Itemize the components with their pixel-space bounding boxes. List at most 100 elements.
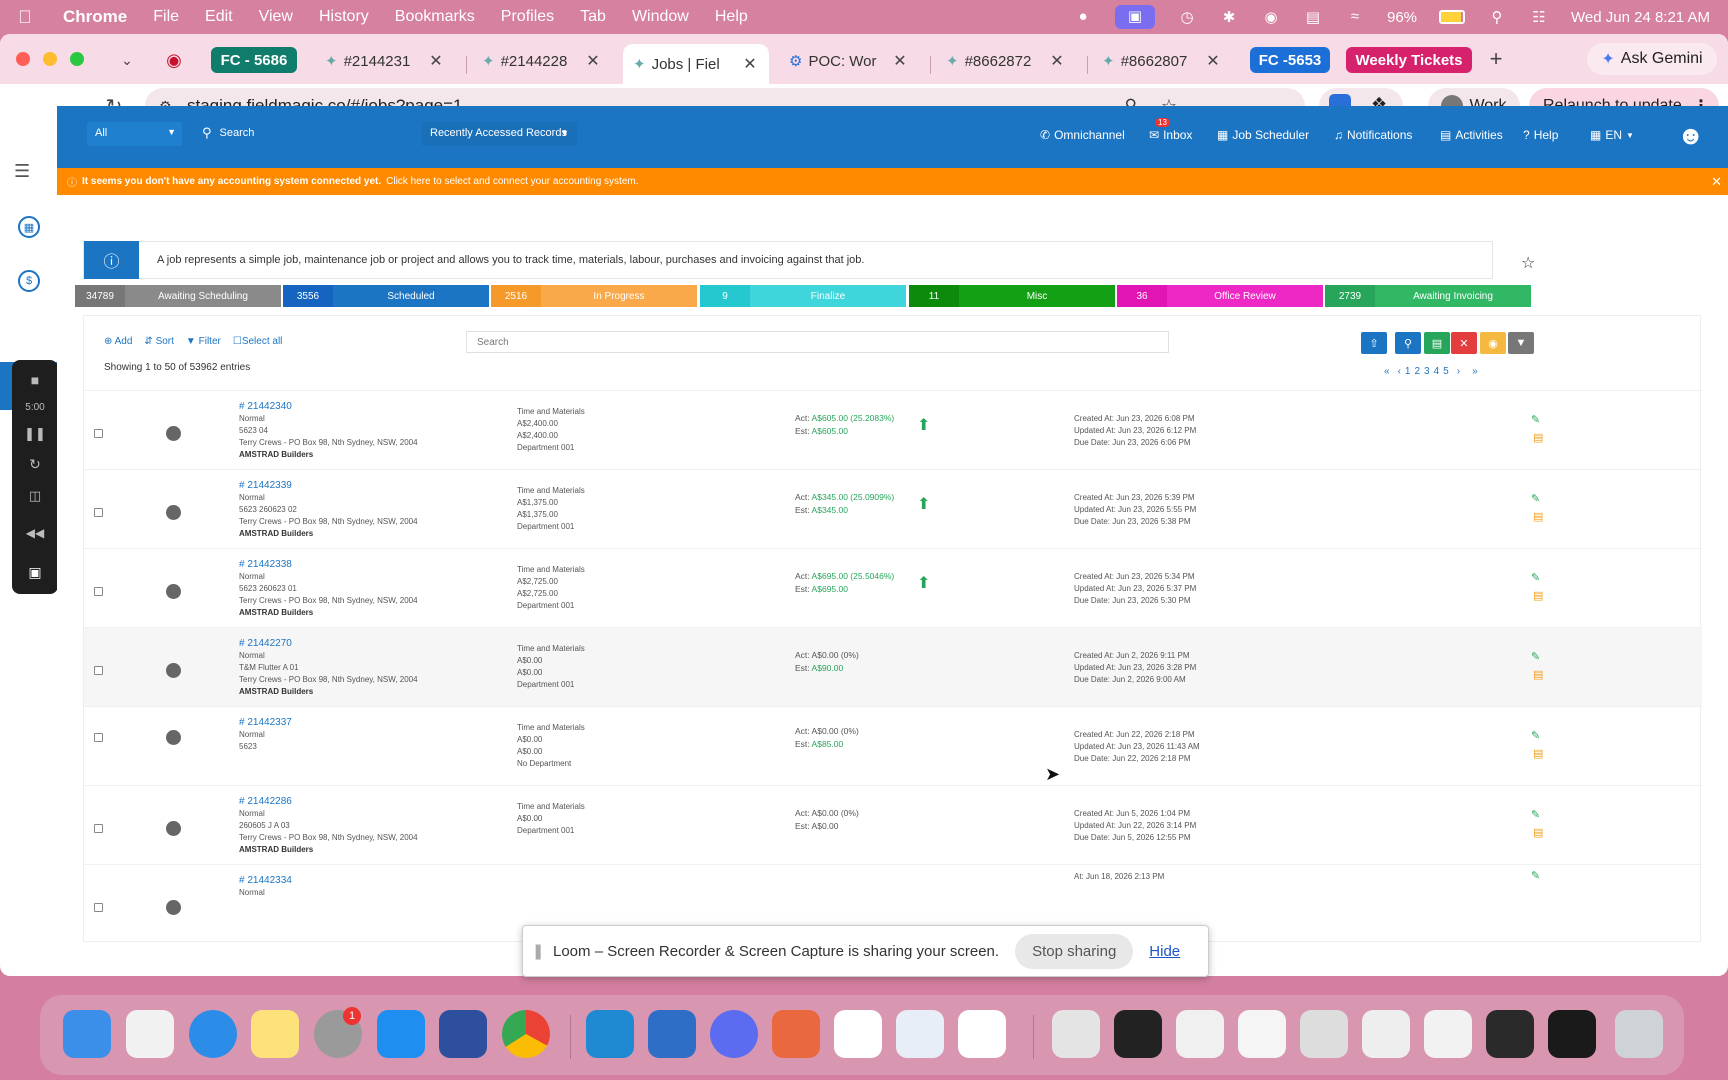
recent-window-7[interactable] (1424, 1010, 1472, 1058)
close-tab-icon[interactable]: ✕ (1204, 51, 1222, 71)
finder-icon[interactable] (63, 1010, 111, 1058)
hamburger-menu-icon[interactable]: ☰ (14, 161, 30, 182)
nav-omnichannel[interactable]: ✆ Omnichannel (1040, 128, 1125, 142)
app-store-icon[interactable] (377, 1010, 425, 1058)
table-search-input[interactable]: Search (466, 331, 1169, 353)
clear-button[interactable]: ✕ (1451, 332, 1477, 354)
recent-window-5[interactable] (1300, 1010, 1348, 1058)
edit-pencil-icon[interactable]: ✎ (1531, 729, 1540, 742)
next-page-icon[interactable]: › (1457, 366, 1460, 377)
job-id-link[interactable]: # 21442334 (239, 875, 292, 887)
close-tab-icon[interactable]: ✕ (891, 51, 909, 71)
drag-handle-icon[interactable]: ❚ (523, 942, 553, 960)
pause-icon[interactable]: ❚❚ (12, 426, 58, 442)
table-row[interactable]: # 21442339 Normal 5623 260623 02 Terry Crew… (84, 469, 1702, 548)
table-row[interactable]: # 21442337 Normal 5623 Time and Materials A$… (84, 706, 1702, 785)
hide-button[interactable]: Hide (1149, 943, 1180, 960)
menu-tab[interactable]: Tab (567, 8, 619, 26)
search-button[interactable]: ⚲ (1395, 332, 1421, 354)
new-tab-plus-icon[interactable]: + (1482, 45, 1510, 73)
delete-trash-icon[interactable]: ▤ (1533, 747, 1543, 760)
timer-icon[interactable]: ◷ (1177, 8, 1197, 26)
tab-poc[interactable]: ⚙ POC: Wor ✕ (779, 44, 919, 78)
delete-trash-icon[interactable]: ▤ (1533, 589, 1543, 602)
chrome-icon[interactable] (502, 1010, 550, 1058)
status-filter-1[interactable]: 3556 Scheduled (283, 285, 489, 307)
nav-inbox[interactable]: ✉ Inbox 13 (1149, 118, 1192, 142)
notes-icon[interactable] (251, 1010, 299, 1058)
job-id-link[interactable]: # 21442286 (239, 796, 418, 808)
edit-pencil-icon[interactable]: ✎ (1531, 869, 1540, 882)
spotlight-search-icon[interactable]: ⚲ (1487, 8, 1507, 26)
rewind-icon[interactable]: ◀◀ (12, 526, 58, 540)
page-4[interactable]: 4 (1434, 366, 1440, 377)
close-window-button[interactable] (16, 52, 30, 66)
filter-button[interactable]: ▼ Filter (186, 336, 221, 347)
row-checkbox[interactable] (94, 587, 103, 596)
tab-group-weekly-tickets[interactable]: Weekly Tickets (1346, 47, 1472, 73)
tag-button[interactable]: ◉ (1480, 332, 1506, 354)
restart-icon[interactable]: ↻ (12, 456, 58, 473)
search-scope-select[interactable]: All ▼ (87, 122, 182, 146)
close-tab-icon[interactable]: ✕ (427, 51, 445, 71)
page-5[interactable]: 5 (1443, 366, 1449, 377)
nav-job-scheduler[interactable]: ▦ Job Scheduler (1217, 128, 1309, 142)
favorite-star-icon[interactable]: ☆ (1521, 253, 1535, 273)
recent-window-4[interactable] (1238, 1010, 1286, 1058)
recent-window-1[interactable] (1052, 1010, 1100, 1058)
tab-group-fc-5653[interactable]: FC -5653 (1250, 47, 1330, 73)
menu-history[interactable]: History (306, 8, 382, 26)
control-center-icon[interactable]: ☷ (1529, 8, 1549, 26)
recording-indicator-icon[interactable]: ◉ (160, 46, 188, 74)
record-icon[interactable]: ● (1073, 8, 1093, 26)
status-filter-2[interactable]: 2516 In Progress (491, 285, 697, 307)
close-tab-icon[interactable]: ✕ (1048, 51, 1066, 71)
edit-pencil-icon[interactable]: ✎ (1531, 650, 1540, 663)
more-options-button[interactable]: ▼ (1508, 332, 1534, 354)
tab-search-chevron-icon[interactable]: ⌄ (113, 46, 141, 74)
edit-pencil-icon[interactable]: ✎ (1531, 808, 1540, 821)
edit-pencil-icon[interactable]: ✎ (1531, 571, 1540, 584)
row-checkbox[interactable] (94, 903, 103, 912)
wifi-icon[interactable]: ≈ (1345, 8, 1365, 26)
table-row[interactable]: # 21442340 Normal 5623 04 Terry Crews - PO … (84, 390, 1702, 469)
claude-icon[interactable]: ✱ (1219, 8, 1239, 26)
stop-recording-icon[interactable]: ■ (12, 372, 58, 388)
menu-file[interactable]: File (140, 8, 192, 26)
menu-edit[interactable]: Edit (192, 8, 246, 26)
menu-window[interactable]: Window (619, 8, 702, 26)
tab-2144228[interactable]: ✦ #2144228 ✕ (472, 44, 612, 78)
simulator-icon[interactable] (439, 1010, 487, 1058)
zoom-window-button[interactable] (70, 52, 84, 66)
menu-view[interactable]: View (246, 8, 306, 26)
battery-icon[interactable] (1439, 10, 1466, 24)
delete-trash-icon[interactable]: ▤ (1533, 826, 1543, 839)
page-2[interactable]: 2 (1414, 366, 1420, 377)
status-filter-4[interactable]: 11 Misc (909, 285, 1115, 307)
row-checkbox[interactable] (94, 508, 103, 517)
messenger-icon[interactable] (710, 1010, 758, 1058)
row-checkbox[interactable] (94, 824, 103, 833)
menu-bookmarks[interactable]: Bookmarks (382, 8, 488, 26)
status-filter-5[interactable]: 36 Office Review (1117, 285, 1323, 307)
android-studio-icon[interactable] (958, 1010, 1006, 1058)
close-banner-icon[interactable]: ✕ (1711, 174, 1722, 190)
tab-jobs-active[interactable]: ✦ Jobs | Fiel ✕ (623, 44, 769, 84)
row-checkbox[interactable] (94, 666, 103, 675)
edit-pencil-icon[interactable]: ✎ (1531, 413, 1540, 426)
global-search-input[interactable]: ⚲ Search (202, 120, 402, 146)
table-row[interactable]: # 21442338 Normal 5623 260623 01 Terry Crew… (84, 548, 1702, 627)
stop-sharing-button[interactable]: Stop sharing (1015, 933, 1134, 969)
tab-8662872[interactable]: ✦ #8662872 ✕ (936, 44, 1076, 78)
launchpad-icon[interactable] (126, 1010, 174, 1058)
close-tab-icon[interactable]: ✕ (584, 51, 602, 71)
connect-accounting-link[interactable]: Click here to select and connect your ac… (386, 176, 638, 187)
tab-8662807[interactable]: ✦ #8662807 ✕ (1092, 44, 1232, 78)
safari-icon[interactable] (189, 1010, 237, 1058)
testflight-icon[interactable] (896, 1010, 944, 1058)
recent-window-8[interactable] (1486, 1010, 1534, 1058)
job-id-link[interactable]: # 21442339 (239, 480, 418, 492)
job-id-link[interactable]: # 21442337 (239, 717, 292, 729)
nav-help[interactable]: ? Help (1523, 128, 1558, 142)
status-filter-3[interactable]: 9 Finalize (700, 285, 906, 307)
